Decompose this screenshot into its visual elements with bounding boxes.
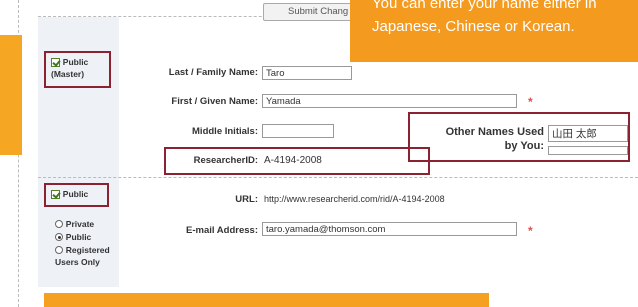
privacy-private-option[interactable]: Private	[55, 219, 94, 230]
first-name-field[interactable]: Yamada	[262, 94, 517, 108]
privacy-registered-label: Registered	[65, 245, 110, 255]
public-master-sublabel: (Master)	[51, 69, 85, 79]
url-label: URL:	[235, 194, 258, 205]
researcher-id-label: ResearcherID:	[193, 155, 258, 166]
required-indicator: *	[528, 95, 533, 109]
decorative-bar	[0, 35, 22, 155]
checkbox-checked-icon[interactable]	[51, 57, 60, 67]
privacy-public-option[interactable]: Public	[55, 232, 91, 243]
researcher-id-value: A-4194-2008	[264, 155, 322, 166]
checkbox-checked-icon[interactable]	[51, 189, 60, 199]
privacy-registered-option[interactable]: Registered	[55, 245, 110, 256]
callout-text-line1: You can enter your name either in	[372, 0, 597, 12]
other-names-field-2[interactable]	[548, 146, 628, 155]
public-master-label: Public	[62, 57, 89, 67]
url-value: http://www.researcherid.com/rid/A-4194-2…	[264, 194, 445, 204]
radio-icon[interactable]	[55, 220, 63, 229]
other-names-sublabel: by You:	[504, 140, 544, 152]
callout-box: You can enter your name either in Japane…	[350, 0, 638, 62]
middle-initials-label: Middle Initials:	[192, 126, 258, 137]
decorative-bar	[44, 293, 489, 307]
public-option[interactable]: Public	[51, 189, 88, 200]
email-label: E-mail Address:	[186, 225, 258, 236]
callout-text-line2: Japanese, Chinese or Korean.	[372, 18, 575, 35]
last-name-field[interactable]: Taro	[262, 66, 352, 80]
radio-icon[interactable]	[55, 246, 63, 255]
radio-selected-icon[interactable]	[55, 233, 63, 242]
privacy-public-label: Public	[65, 232, 92, 242]
public-label: Public	[62, 189, 89, 199]
section-divider	[38, 177, 638, 179]
email-field[interactable]: taro.yamada@thomson.com	[262, 222, 517, 236]
other-names-field[interactable]: 山田 太郎	[548, 125, 628, 142]
first-name-label: First / Given Name:	[171, 96, 258, 107]
privacy-private-label: Private	[65, 219, 95, 229]
last-name-label: Last / Family Name:	[168, 67, 258, 78]
required-indicator: *	[528, 224, 533, 238]
other-names-label: Other Names Used	[445, 126, 544, 138]
public-master-option[interactable]: Public	[51, 57, 88, 68]
privacy-registered-sublabel: Users Only	[55, 257, 100, 267]
other-names-panel: Other Names Used by You: 山田 太郎	[408, 112, 630, 162]
middle-initials-field[interactable]	[262, 124, 334, 138]
